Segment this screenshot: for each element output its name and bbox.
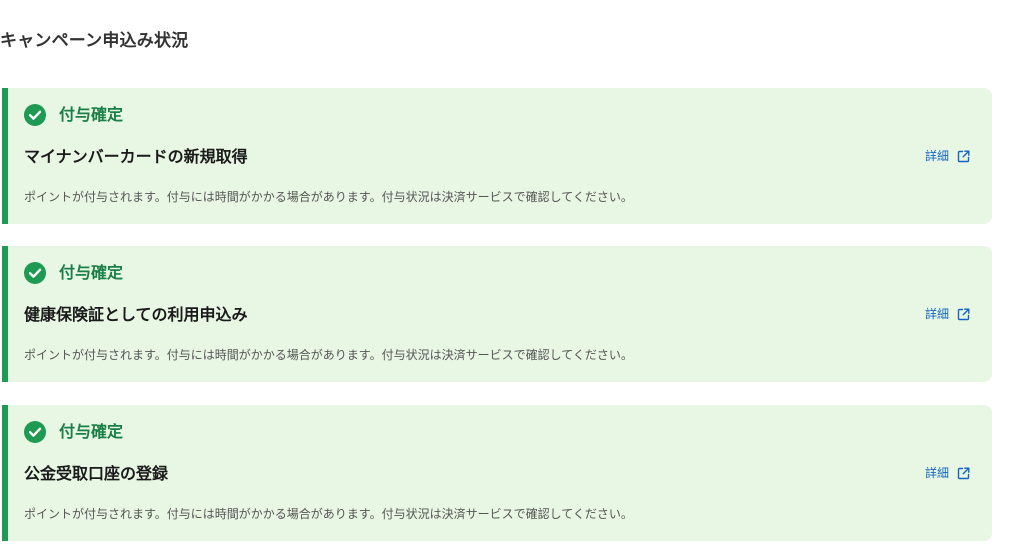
external-link-icon	[957, 467, 970, 480]
external-link-icon	[957, 150, 970, 163]
card-title: マイナンバーカードの新規取得	[24, 147, 248, 166]
detail-link[interactable]: 詳細	[925, 464, 970, 482]
check-circle-icon	[24, 421, 46, 443]
detail-label: 詳細	[924, 307, 949, 321]
status-row: 付与確定	[24, 421, 123, 443]
detail-label: 詳細	[924, 466, 949, 480]
page-title: キャンペーン申込み状況	[0, 31, 189, 51]
status-row: 付与確定	[24, 262, 123, 284]
status-row: 付与確定	[24, 104, 123, 126]
card-title: 公金受取口座の登録	[24, 464, 169, 483]
check-circle-icon	[24, 104, 46, 126]
external-link-icon	[957, 308, 970, 321]
check-circle-icon	[24, 262, 46, 284]
detail-label: 詳細	[924, 149, 949, 163]
campaign-card: 付与確定 マイナンバーカードの新規取得 詳細 ポイントが付与されます。付与には時…	[2, 88, 992, 224]
campaign-card: 付与確定 公金受取口座の登録 詳細 ポイントが付与されます。付与には時間がかかる…	[2, 405, 992, 541]
card-title: 健康保険証としての利用申込み	[24, 305, 248, 324]
card-description: ポイントが付与されます。付与には時間がかかる場合があります。付与状況は決済サービ…	[24, 190, 633, 204]
status-label: 付与確定	[59, 263, 124, 282]
status-label: 付与確定	[59, 422, 124, 441]
detail-link[interactable]: 詳細	[925, 147, 970, 165]
card-description: ポイントが付与されます。付与には時間がかかる場合があります。付与状況は決済サービ…	[24, 348, 633, 362]
detail-link[interactable]: 詳細	[925, 305, 970, 323]
card-description: ポイントが付与されます。付与には時間がかかる場合があります。付与状況は決済サービ…	[24, 507, 633, 521]
campaign-card: 付与確定 健康保険証としての利用申込み 詳細 ポイントが付与されます。付与には時…	[2, 246, 992, 382]
status-label: 付与確定	[59, 105, 124, 124]
